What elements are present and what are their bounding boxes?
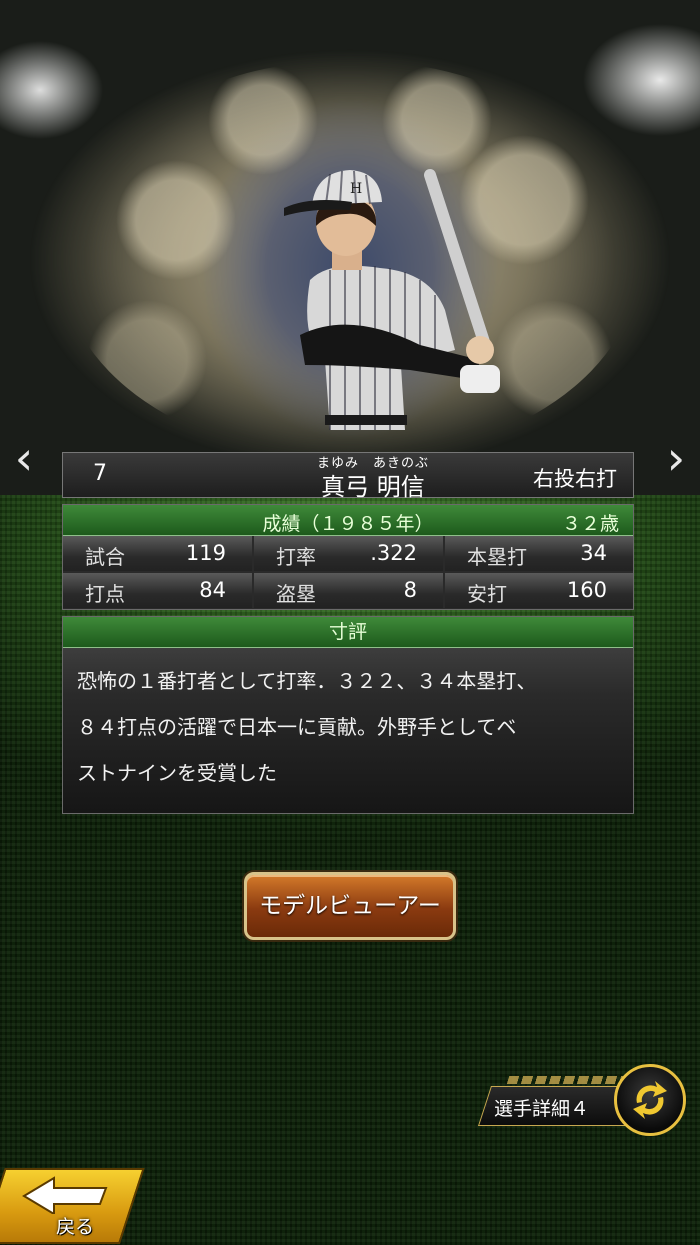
- comment-line: 恐怖の１番打者として打率．３２２、３４本塁打、: [77, 669, 537, 693]
- stat-value: .322: [370, 541, 417, 565]
- stat-label: 本塁打: [467, 545, 527, 569]
- player-age: ３２歳: [561, 513, 619, 535]
- season-stats-panel: 成績（１９８５年） ３２歳 試合 119 打率 .322 本塁打 34 打点 8…: [62, 504, 634, 610]
- stat-stolen-bases: 盗塁 8: [254, 573, 443, 608]
- stats-title: 成績（１９８５年）: [262, 513, 434, 535]
- comment-body: 恐怖の１番打者として打率．３２２、３４本塁打、 ８４打点の活躍で日本一に貢献。外…: [63, 648, 633, 796]
- player-name: 真弓 明信: [321, 473, 425, 501]
- comment-line: ８４打点の活躍で日本一に貢献。外野手としてベ: [77, 715, 517, 739]
- comment-header: 寸評: [63, 617, 633, 648]
- back-arrow-icon: [22, 1176, 108, 1214]
- refresh-arrows-icon: [633, 1081, 667, 1119]
- prev-player-arrow-icon[interactable]: ‹: [4, 428, 44, 488]
- decorative-stripe: [506, 1076, 630, 1084]
- stat-games: 試合 119: [63, 536, 252, 571]
- next-player-arrow-icon[interactable]: ›: [656, 428, 696, 488]
- stat-value: 119: [185, 541, 226, 565]
- svg-text:H: H: [350, 181, 362, 197]
- stats-header: 成績（１９８５年） ３２歳: [63, 505, 633, 536]
- player-comment-panel: 寸評 恐怖の１番打者として打率．３２２、３４本塁打、 ８４打点の活躍で日本一に貢…: [62, 616, 634, 814]
- uniform-number: 7: [93, 461, 107, 486]
- stat-label: 打率: [276, 545, 316, 569]
- swap-detail-button[interactable]: [614, 1064, 686, 1136]
- stat-label: 盗塁: [276, 582, 316, 606]
- stat-rbi: 打点 84: [63, 573, 252, 608]
- stats-row: 試合 119 打率 .322 本塁打 34: [63, 536, 633, 572]
- stat-label: 試合: [85, 545, 125, 569]
- stat-label: 安打: [467, 582, 507, 606]
- stats-row: 打点 84 盗塁 8 安打 160: [63, 573, 633, 609]
- player-detail-label: 選手詳細４: [494, 1098, 590, 1120]
- stat-value: 8: [403, 578, 417, 602]
- player-name-bar: 7 まゆみ あきのぶ 真弓 明信 右投右打: [62, 452, 634, 501]
- stat-label: 打点: [85, 582, 125, 606]
- stat-value: 34: [580, 541, 607, 565]
- player-profile-screen: H ‹ › 7 まゆみ あきのぶ 真弓 明信 右投右打 成績（１９８５年） ３２…: [0, 0, 700, 1245]
- stat-batting-average: 打率 .322: [254, 536, 443, 571]
- stat-hits: 安打 160: [445, 573, 633, 608]
- stat-value: 84: [199, 578, 226, 602]
- back-label: 戻る: [56, 1216, 95, 1238]
- model-viewer-button[interactable]: モデルビューアー: [244, 872, 456, 940]
- back-button[interactable]: 戻る: [0, 1168, 145, 1245]
- batting-throwing-hand: 右投右打: [533, 467, 617, 491]
- stat-home-runs: 本塁打 34: [445, 536, 633, 571]
- stat-value: 160: [566, 578, 607, 602]
- player-illustration: H: [284, 169, 500, 430]
- comment-line: ストナインを受賞した: [77, 761, 277, 785]
